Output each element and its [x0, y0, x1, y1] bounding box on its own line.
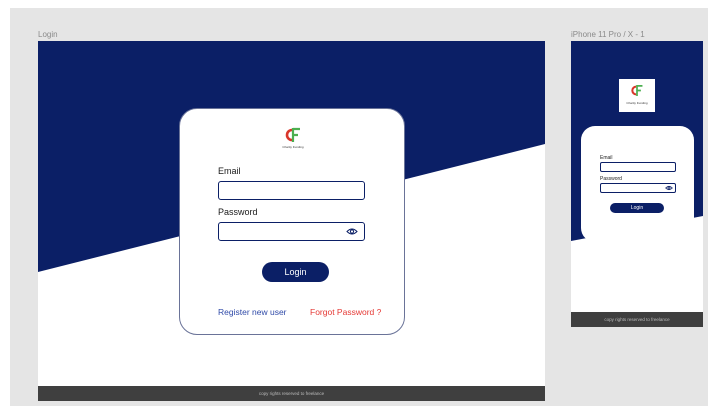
design-canvas: Login Charity Funding Email Password Log…: [10, 8, 708, 406]
mobile-footer: copy rights reserved to freelance: [571, 312, 703, 327]
login-card: Charity Funding Email Password Login Reg…: [179, 108, 405, 335]
mobile-charity-funding-logo-icon: [631, 84, 643, 96]
mobile-email-label: Email: [600, 155, 613, 161]
charity-funding-logo-icon: [285, 127, 300, 142]
mobile-logo-box: Charity Funding: [619, 79, 655, 112]
mobile-login-card: Email Password Login: [581, 126, 694, 242]
mobile-email-input[interactable]: [600, 162, 676, 172]
login-desktop-frame: Charity Funding Email Password Login Reg…: [38, 41, 545, 401]
password-input[interactable]: [218, 222, 365, 241]
eye-icon[interactable]: [346, 227, 358, 236]
register-new-user-link[interactable]: Register new user: [218, 307, 287, 317]
logo-text: Charity Funding: [282, 145, 304, 149]
mobile-eye-icon[interactable]: [665, 185, 673, 191]
forgot-password-link[interactable]: Forgot Password ?: [310, 307, 381, 317]
mobile-password-label: Password: [600, 176, 622, 182]
desktop-footer: copy rights reserved to freelance: [38, 386, 545, 401]
mobile-login-button[interactable]: Login: [610, 203, 664, 213]
frame-label-iphone: iPhone 11 Pro / X - 1: [571, 30, 645, 39]
frame-label-login: Login: [38, 30, 58, 39]
email-label: Email: [218, 166, 241, 176]
password-label: Password: [218, 207, 258, 217]
login-button[interactable]: Login: [262, 262, 329, 282]
email-input[interactable]: [218, 181, 365, 200]
login-mobile-frame: Charity Funding Email Password Login cop…: [571, 41, 703, 327]
mobile-logo-text: Charity Funding: [626, 101, 648, 105]
